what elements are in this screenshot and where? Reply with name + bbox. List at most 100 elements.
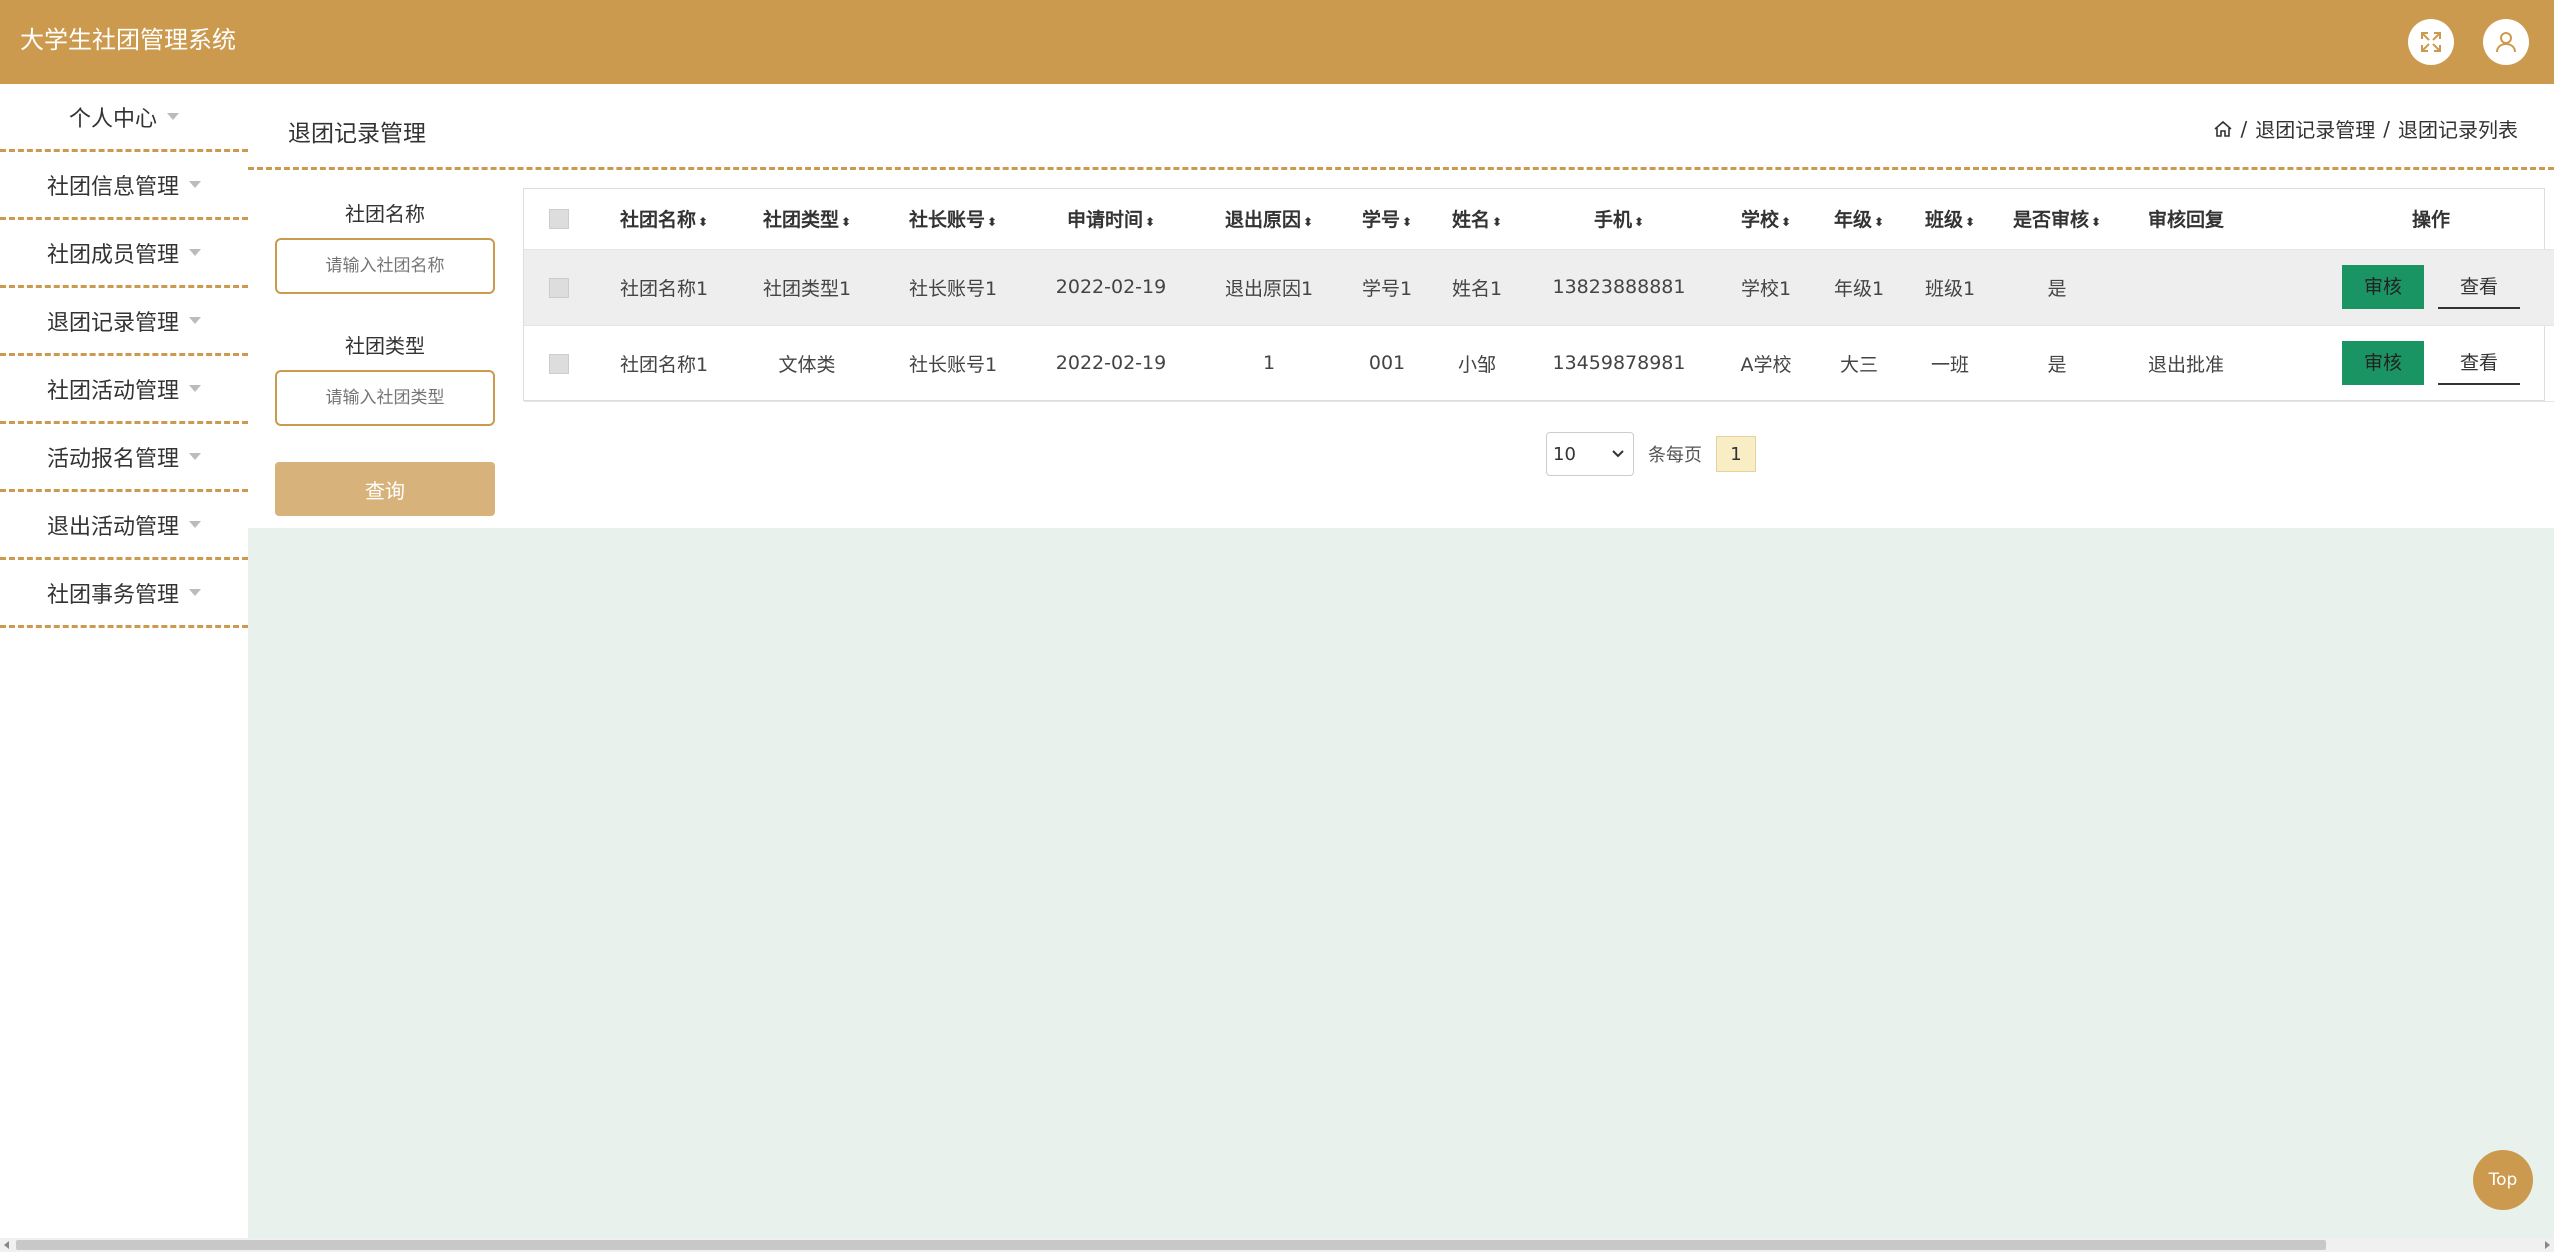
- page-size-select[interactable]: 10: [1546, 432, 1634, 476]
- breadcrumb-separator: /: [2240, 116, 2248, 141]
- sort-icon: ⬍: [1873, 215, 1885, 230]
- table-cell: [2116, 249, 2256, 326]
- table-cell: 是: [1998, 325, 2116, 402]
- back-to-top-button[interactable]: Top: [2473, 1150, 2533, 1210]
- page-size-value: 10: [1553, 443, 1576, 465]
- table-cell: A学校: [1716, 325, 1816, 402]
- sidebar-item-label: 退出活动管理: [46, 514, 179, 540]
- caret-down-icon: [189, 453, 201, 460]
- column-header[interactable]: 学号 ⬍: [1342, 189, 1432, 250]
- sidebar-item-label: 社团活动管理: [46, 378, 179, 404]
- column-header[interactable]: 姓名 ⬍: [1432, 189, 1522, 250]
- column-header[interactable]: 社长账号 ⬍: [880, 189, 1026, 250]
- search-button[interactable]: 查询: [275, 462, 495, 516]
- caret-down-icon: [189, 589, 201, 596]
- table-cell: 社团名称1: [594, 325, 734, 402]
- table-cell: 文体类: [734, 325, 880, 402]
- table-cell: 退出原因1: [1196, 249, 1342, 326]
- column-header[interactable]: 学校 ⬍: [1716, 189, 1816, 250]
- records-table: 社团名称 ⬍ 社团类型 ⬍ 社长账号 ⬍ 申请时间 ⬍ 退出原因 ⬍ 学号 ⬍ 姓名 ⬍ 手机…: [523, 188, 2554, 402]
- column-header[interactable]: 班级 ⬍: [1902, 189, 1998, 250]
- select-all-cell: [524, 189, 594, 250]
- sidebar-item-label: 社团成员管理: [46, 242, 179, 268]
- column-header: 操作: [2256, 189, 2554, 250]
- table-cell: 2022-02-19: [1026, 325, 1196, 402]
- row-select-cell: [524, 325, 594, 402]
- chevron-down-icon: [1612, 450, 1624, 458]
- sidebar-item-label: 活动报名管理: [46, 446, 179, 472]
- sidebar-item-label: 退团记录管理: [46, 310, 179, 336]
- sort-icon: ⬍: [1302, 215, 1314, 230]
- club-type-label: 社团类型: [345, 334, 425, 358]
- table-cell: 13459878981: [1522, 325, 1716, 402]
- club-name-label: 社团名称: [345, 202, 425, 226]
- table-row: 社团名称1 社团类型1 社长账号1 2022-02-19 退出原因1 学号1 姓…: [524, 249, 2554, 326]
- club-type-input[interactable]: [275, 370, 495, 426]
- column-header[interactable]: 申请时间 ⬍: [1026, 189, 1196, 250]
- column-header[interactable]: 社团类型 ⬍: [734, 189, 880, 250]
- club-name-input[interactable]: [275, 238, 495, 294]
- caret-down-icon: [189, 249, 201, 256]
- caret-down-icon: [189, 317, 201, 324]
- breadcrumb-separator: /: [2383, 116, 2390, 141]
- filter-panel: 社团名称 社团类型: [275, 190, 495, 454]
- audit-button[interactable]: 审核: [2342, 265, 2424, 309]
- user-button[interactable]: [2483, 19, 2529, 65]
- sort-icon: ⬍: [986, 215, 998, 230]
- table-cell: 学号1: [1342, 249, 1432, 326]
- home-icon[interactable]: [2213, 119, 2233, 139]
- page-title: 退团记录管理: [288, 121, 426, 147]
- sidebar-item-personal-center[interactable]: 个人中心: [0, 84, 248, 152]
- fullscreen-icon: [2421, 32, 2441, 52]
- sort-icon: ⬍: [697, 215, 709, 230]
- row-checkbox[interactable]: [549, 353, 569, 374]
- column-header[interactable]: 退出原因 ⬍: [1196, 189, 1342, 250]
- sidebar-item-club-activities[interactable]: 社团活动管理: [0, 356, 248, 424]
- select-all-checkbox[interactable]: [549, 209, 569, 230]
- table-cell: 退出批准: [2116, 325, 2256, 402]
- view-button[interactable]: 查看: [2438, 341, 2520, 385]
- scroll-left-icon[interactable]: [4, 1241, 9, 1249]
- actions-cell: 审核 查看: [2256, 249, 2554, 326]
- sidebar: 个人中心 社团信息管理 社团成员管理 退团记录管理 社团活动管理 活动报名管理 …: [0, 84, 248, 1240]
- row-select-cell: [524, 249, 594, 326]
- table-cell: 1: [1196, 325, 1342, 402]
- table-cell: 2022-02-19: [1026, 249, 1196, 326]
- per-page-label: 条每页: [1648, 445, 1702, 466]
- column-header[interactable]: 是否审核 ⬍: [1998, 189, 2116, 250]
- table-cell: 小邹: [1432, 325, 1522, 402]
- table-cell: 社长账号1: [880, 249, 1026, 326]
- sidebar-item-label: 社团事务管理: [46, 582, 179, 608]
- horizontal-scrollbar[interactable]: [0, 1238, 2554, 1252]
- table-cell: 一班: [1902, 325, 1998, 402]
- sidebar-item-withdrawal-records[interactable]: 退团记录管理: [0, 288, 248, 356]
- row-checkbox[interactable]: [549, 277, 569, 298]
- table-cell: 是: [1998, 249, 2116, 326]
- column-header[interactable]: 手机 ⬍: [1522, 189, 1716, 250]
- caret-down-icon: [189, 521, 201, 528]
- sort-icon: ⬍: [1964, 215, 1976, 230]
- page-number-button[interactable]: 1: [1716, 436, 1756, 472]
- column-header[interactable]: 社团名称 ⬍: [594, 189, 734, 250]
- caret-down-icon: [189, 181, 201, 188]
- breadcrumb-level-1[interactable]: 退团记录管理: [2255, 114, 2375, 143]
- sidebar-item-activity-withdrawal[interactable]: 退出活动管理: [0, 492, 248, 560]
- sort-icon: ⬍: [1401, 215, 1413, 230]
- audit-button[interactable]: 审核: [2342, 341, 2424, 385]
- fullscreen-button[interactable]: [2408, 19, 2454, 65]
- sidebar-item-club-info[interactable]: 社团信息管理: [0, 152, 248, 220]
- sidebar-item-club-affairs[interactable]: 社团事务管理: [0, 560, 248, 628]
- sort-icon: ⬍: [840, 215, 852, 230]
- caret-down-icon: [189, 385, 201, 392]
- sort-icon: ⬍: [1633, 215, 1645, 230]
- scroll-right-icon[interactable]: [2545, 1241, 2550, 1249]
- column-header: 审核回复: [2116, 189, 2256, 250]
- header-bar: 大学生社团管理系统: [0, 0, 2554, 84]
- sidebar-item-activity-signup[interactable]: 活动报名管理: [0, 424, 248, 492]
- table-cell: 姓名1: [1432, 249, 1522, 326]
- sort-icon: ⬍: [1144, 215, 1156, 230]
- sidebar-item-club-members[interactable]: 社团成员管理: [0, 220, 248, 288]
- column-header[interactable]: 年级 ⬍: [1816, 189, 1902, 250]
- scrollbar-thumb[interactable]: [16, 1240, 2326, 1250]
- view-button[interactable]: 查看: [2438, 265, 2520, 309]
